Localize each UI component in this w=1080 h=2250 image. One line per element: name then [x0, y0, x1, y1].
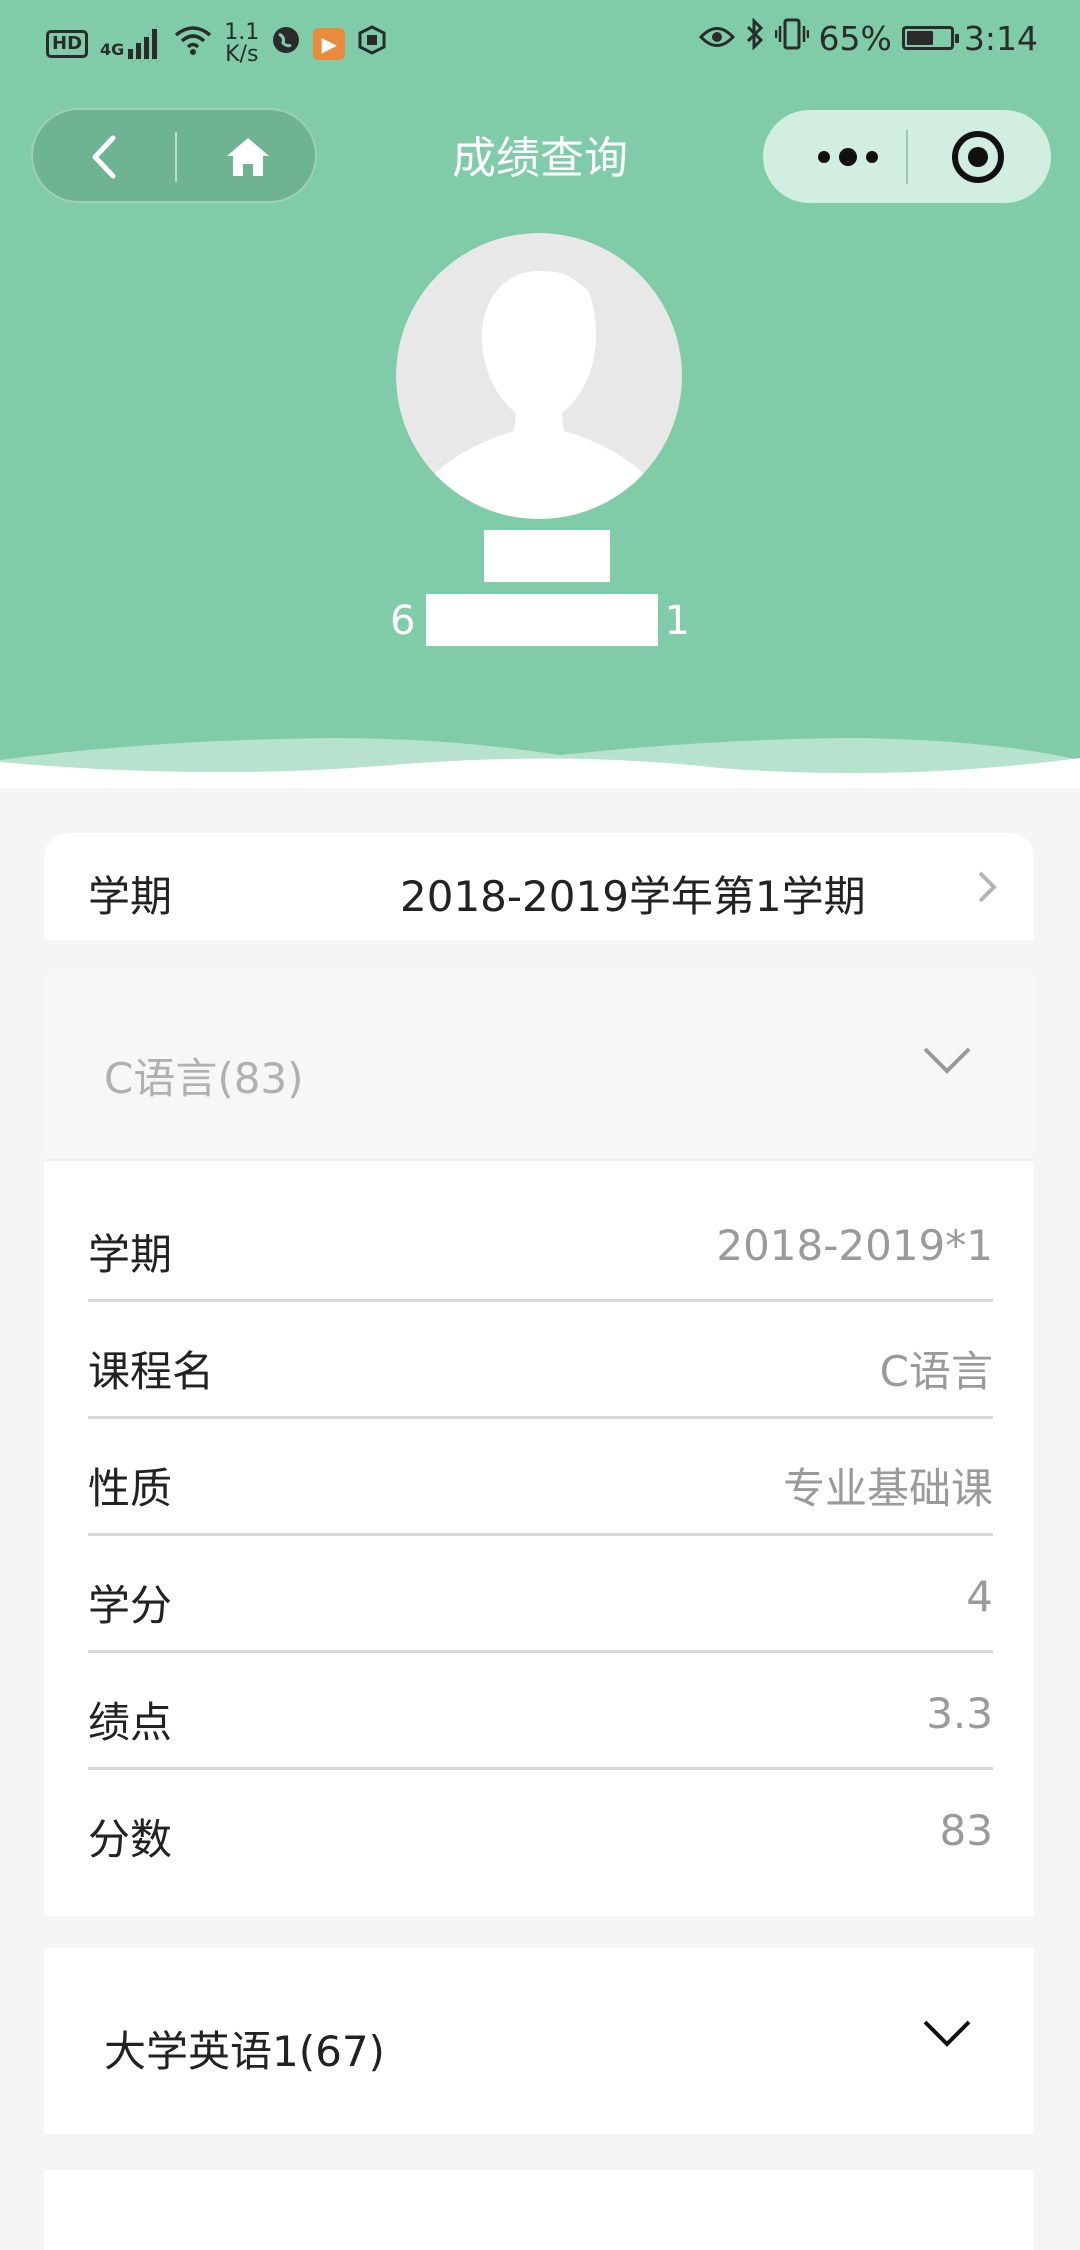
clock: 3:14 [963, 18, 1038, 58]
shield-app-icon [357, 25, 387, 63]
detail-label: 性质 [88, 1464, 173, 1513]
term-value: 2018-2019学年第1学期 [400, 872, 866, 921]
battery-fill [906, 31, 933, 45]
course-header-partial[interactable] [44, 2170, 1034, 2250]
globe-app-icon [271, 25, 301, 63]
battery-icon [901, 26, 959, 50]
id-redaction [426, 594, 658, 646]
course-header[interactable]: C语言(83) [44, 975, 1034, 1161]
avatar [396, 233, 682, 519]
chevron-down-icon [922, 1045, 972, 1079]
detail-label: 绩点 [88, 1698, 173, 1747]
close-target-icon [952, 131, 1004, 183]
status-bar: HD 4G 1.1 K/s ▶ 65% 3:14 [0, 0, 1080, 86]
detail-value: 2018-2019*1 [716, 1221, 993, 1270]
back-button[interactable] [59, 130, 149, 184]
student-id-prefix: 6 [390, 598, 416, 644]
student-id-suffix: 1 [664, 598, 690, 644]
term-label: 学期 [88, 872, 173, 921]
detail-row-type: 性质 专业基础课 [88, 1419, 993, 1536]
course-header[interactable]: 大学英语1(67) [44, 1948, 1034, 2134]
wifi-icon [174, 25, 212, 63]
miniprogram-capsule [763, 110, 1051, 203]
detail-row-term: 学期 2018-2019*1 [88, 1185, 993, 1302]
header-wave [0, 738, 1080, 795]
close-button[interactable] [933, 128, 1023, 186]
chevron-down-icon [922, 2018, 972, 2052]
detail-value: C语言 [879, 1347, 993, 1396]
vibrate-icon [774, 18, 809, 58]
course-title: 大学英语1(67) [104, 2027, 385, 2076]
back-icon [92, 135, 116, 179]
detail-label: 学分 [88, 1581, 173, 1630]
hd-badge: HD [46, 30, 89, 58]
page-title: 成绩查询 [452, 133, 628, 184]
profile-header: HD 4G 1.1 K/s ▶ 65% 3:14 成绩查询 6 1 [0, 0, 1080, 795]
detail-value: 4 [966, 1572, 993, 1621]
detail-row-score: 分数 83 [88, 1770, 993, 1887]
battery-percent: 65% [818, 18, 892, 58]
course-detail-panel: 学期 2018-2019*1 课程名 C语言 性质 专业基础课 学分 4 绩点 … [44, 1161, 1034, 1916]
nav-button-group [31, 108, 317, 203]
detail-value: 3.3 [926, 1689, 993, 1738]
video-app-icon: ▶ [313, 28, 346, 60]
detail-value: 专业基础课 [782, 1464, 993, 1513]
more-button[interactable] [793, 130, 903, 184]
default-avatar-icon [396, 233, 682, 519]
more-icon [818, 148, 878, 166]
capsule-divider [906, 130, 908, 184]
term-selector[interactable]: 学期 2018-2019学年第1学期 [44, 833, 1034, 940]
home-icon [227, 138, 269, 176]
nav-divider [175, 132, 177, 182]
speed-unit: K/s [225, 42, 259, 67]
bluetooth-icon [745, 17, 765, 58]
detail-value: 83 [939, 1806, 993, 1855]
detail-label: 课程名 [88, 1347, 215, 1396]
detail-row-gpa: 绩点 3.3 [88, 1653, 993, 1770]
signal-icon: 4G [100, 29, 162, 59]
course-title: C语言(83) [104, 1054, 304, 1103]
eye-icon [698, 19, 735, 58]
network-type: 4G [100, 40, 125, 59]
name-redaction [484, 530, 610, 582]
detail-label: 学期 [88, 1230, 173, 1279]
chevron-right-icon [976, 869, 998, 914]
detail-row-credit: 学分 4 [88, 1536, 993, 1653]
detail-label: 分数 [88, 1815, 173, 1864]
network-speed: 1.1 K/s [224, 22, 259, 66]
home-button[interactable] [203, 130, 293, 184]
detail-row-course-name: 课程名 C语言 [88, 1302, 993, 1419]
